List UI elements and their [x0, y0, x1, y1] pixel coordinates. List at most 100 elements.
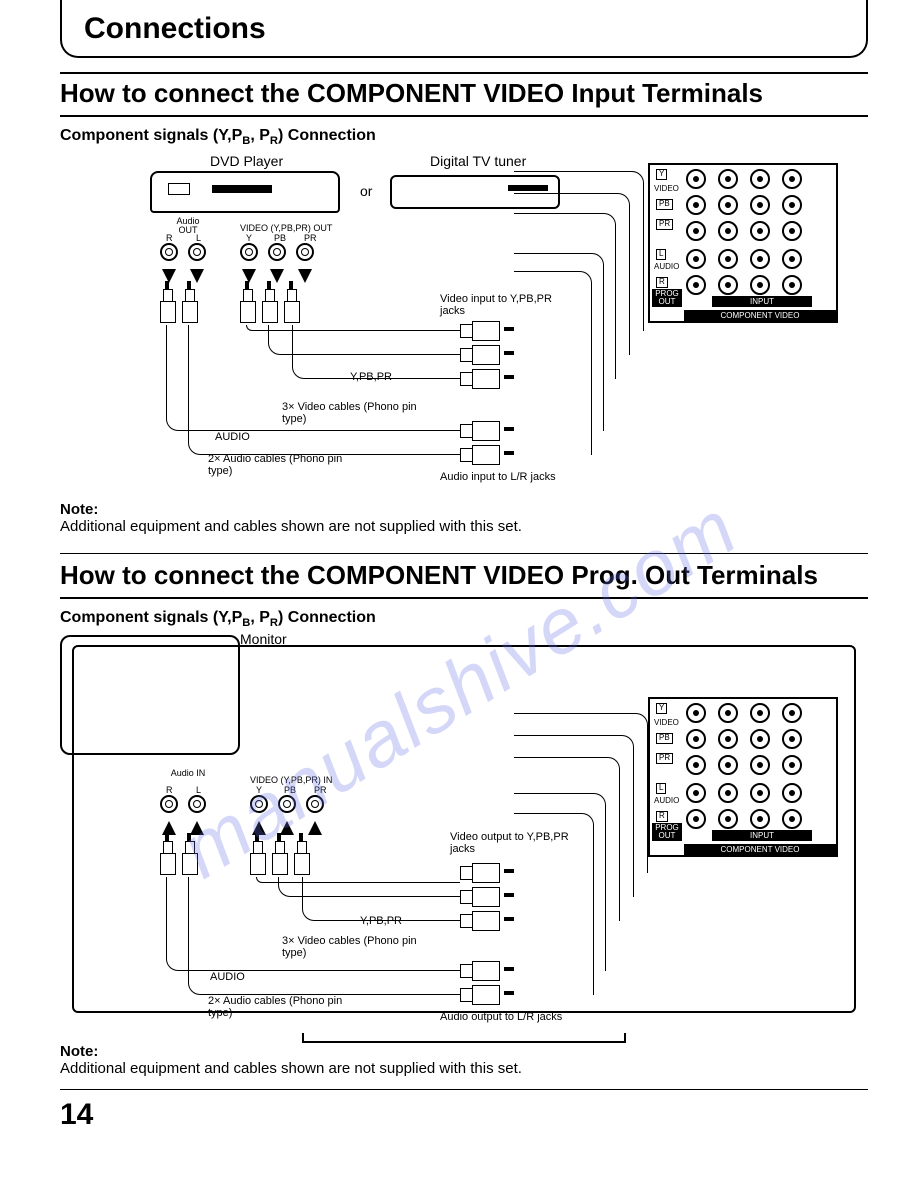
video-pr: PR — [304, 233, 317, 243]
wire — [514, 271, 592, 455]
audio-r: R — [166, 233, 173, 243]
plug-icon — [160, 841, 174, 877]
jack-icon — [782, 249, 802, 269]
jack-icon — [750, 809, 770, 829]
plug-set — [240, 289, 298, 325]
subhead-mid: , P — [250, 609, 270, 626]
panel-jack-row — [686, 275, 802, 295]
jack-icon — [782, 729, 802, 749]
page-number: 14 — [60, 1098, 868, 1132]
panel-jack-row — [686, 195, 802, 215]
panel-jack-row — [686, 249, 802, 269]
audio-out-label: Audio OUT — [168, 217, 208, 235]
jack-icon — [686, 783, 706, 803]
jack-icon — [782, 809, 802, 829]
jack-icon — [718, 809, 738, 829]
arrow-down-icon — [270, 269, 284, 283]
audio-l: L — [196, 785, 201, 795]
hplug-icon — [460, 887, 504, 905]
jack-icon — [686, 275, 706, 295]
wire — [188, 877, 460, 995]
jack-icon — [782, 783, 802, 803]
video-y: Y — [256, 785, 262, 795]
hplug-icon — [460, 985, 504, 1003]
jack-icon — [686, 169, 706, 189]
jack-icon — [160, 243, 178, 261]
video-jacks — [240, 243, 314, 261]
jack-icon — [782, 275, 802, 295]
subhead-text: Component signals (Y,P — [60, 609, 242, 626]
jack-icon — [782, 169, 802, 189]
arrow-down-icon — [190, 269, 204, 283]
panel-jack-row — [686, 221, 802, 241]
jack-icon — [750, 783, 770, 803]
jack-icon — [296, 243, 314, 261]
plug-icon — [250, 841, 264, 877]
jack-icon — [686, 249, 706, 269]
panel-y: Y — [656, 169, 667, 180]
bottom-rule — [60, 1089, 868, 1090]
panel-l: L — [656, 783, 666, 794]
jack-icon — [188, 795, 206, 813]
note-text: Additional equipment and cables shown ar… — [60, 1060, 868, 1077]
panel-jack-row — [686, 755, 802, 775]
jack-icon — [718, 703, 738, 723]
panel-video: VIDEO — [652, 719, 681, 728]
video-in-label: VIDEO (Y,PB,PR) IN — [250, 775, 332, 785]
panel-y: Y — [656, 703, 667, 714]
video-pb: PB — [274, 233, 286, 243]
monitor-base-icon — [302, 1033, 625, 1043]
jack-icon — [718, 249, 738, 269]
jack-icon — [782, 755, 802, 775]
arrow-down-icon — [298, 269, 312, 283]
jack-icon — [250, 795, 268, 813]
monitor-icon — [60, 635, 240, 755]
hplug-icon — [460, 961, 504, 979]
panel-pr: PR — [656, 753, 673, 764]
dvd-player-icon — [150, 171, 340, 213]
audio-output-label: Audio output to L/R jacks — [440, 1011, 562, 1023]
video-pr: PR — [314, 785, 327, 795]
plug-set — [160, 841, 196, 877]
jack-icon — [188, 243, 206, 261]
panel-jack-row — [686, 809, 802, 829]
plug-icon — [272, 841, 286, 877]
hplug-icon — [460, 369, 504, 387]
hplug-icon — [460, 911, 504, 929]
plug-icon — [240, 289, 254, 325]
plug-icon — [182, 841, 196, 877]
subhead-r: R — [270, 617, 278, 629]
plug-icon — [160, 289, 174, 325]
note-head: Note: — [60, 1043, 868, 1060]
jack-icon — [750, 169, 770, 189]
jack-icon — [718, 783, 738, 803]
audio-l: L — [196, 233, 201, 243]
wire — [514, 813, 594, 995]
panel-audio: AUDIO — [652, 797, 681, 806]
jack-icon — [718, 221, 738, 241]
jack-icon — [750, 729, 770, 749]
section1-subhead: Component signals (Y,PB, PR) Connection — [60, 127, 868, 147]
jack-icon — [750, 249, 770, 269]
audio-r: R — [166, 785, 173, 795]
jack-icon — [160, 795, 178, 813]
plug-icon — [262, 289, 276, 325]
tuner-label: Digital TV tuner — [430, 153, 526, 169]
jack-icon — [782, 195, 802, 215]
jack-icon — [750, 221, 770, 241]
audio-input-label: Audio input to L/R jacks — [440, 471, 556, 483]
section2-title: How to connect the COMPONENT VIDEO Prog.… — [60, 556, 868, 599]
jack-icon — [718, 169, 738, 189]
plug-set — [160, 289, 196, 325]
subhead-post: ) Connection — [278, 127, 376, 144]
panel-jack-row — [686, 783, 802, 803]
wire — [188, 325, 460, 455]
panel-prog-out: PROG OUT — [652, 823, 682, 841]
video-pb: PB — [284, 785, 296, 795]
jack-icon — [750, 703, 770, 723]
terminal-panel: Y VIDEO PB PR L AUDIO R PROG OUT 1 2 3 I… — [648, 163, 838, 323]
plug-icon — [182, 289, 196, 325]
jack-icon — [718, 729, 738, 749]
jack-icon — [750, 755, 770, 775]
diagram-output: Monitor Audio IN R L VIDEO (Y,PB,PR) IN … — [60, 635, 868, 1035]
